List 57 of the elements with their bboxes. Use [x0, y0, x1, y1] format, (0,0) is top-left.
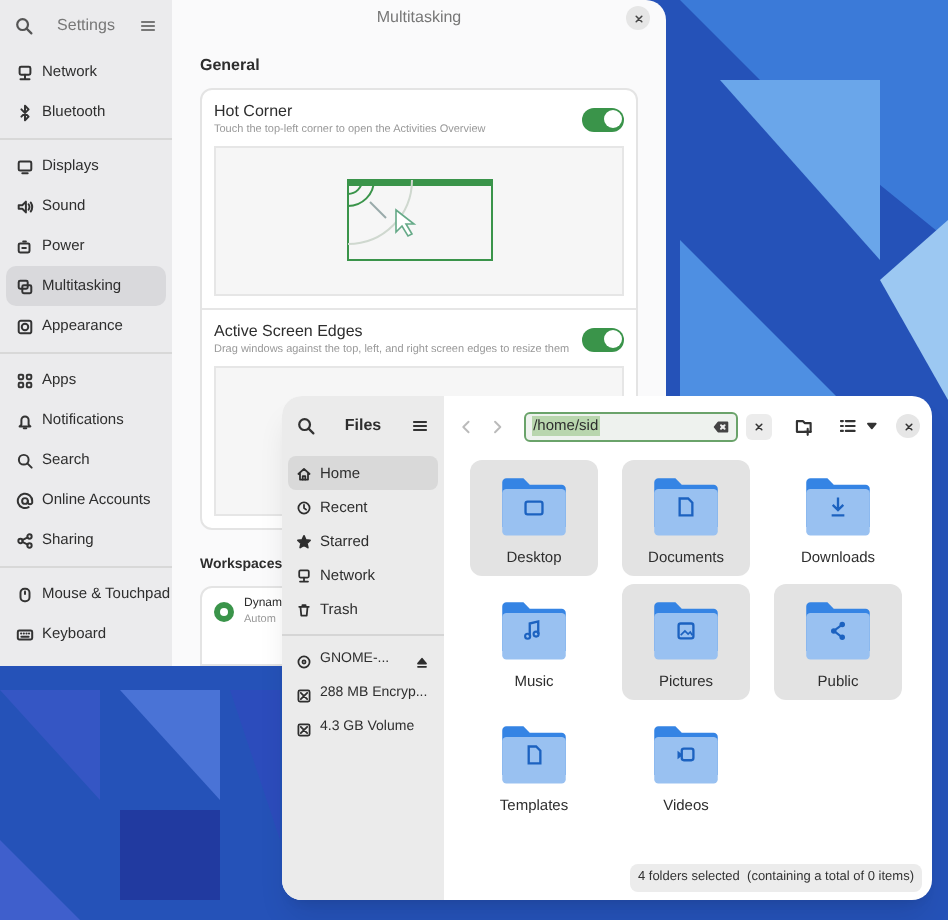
grid-icon — [16, 371, 34, 389]
folder-icon — [654, 478, 718, 536]
home-icon — [296, 465, 312, 481]
close-button[interactable] — [896, 414, 921, 438]
clock-icon — [296, 499, 312, 515]
clear-icon — [712, 417, 731, 435]
folder-icon — [502, 726, 566, 784]
folder-icon — [654, 726, 718, 784]
trash-icon — [296, 601, 312, 617]
folder-icon — [502, 478, 566, 536]
at-sign-icon — [16, 491, 34, 509]
radio-button[interactable] — [214, 602, 234, 622]
monitor-icon — [16, 157, 34, 175]
toggle-switch[interactable] — [582, 107, 624, 131]
row-title: Hot Corner — [214, 101, 295, 121]
row-title: Active Screen Edges — [214, 321, 365, 341]
window-title: Settings — [55, 13, 117, 37]
windows-icon — [16, 277, 34, 295]
close-icon — [752, 419, 767, 433]
section-heading: General — [200, 53, 262, 77]
dropdown-icon — [864, 418, 881, 434]
window-title: Files — [342, 414, 384, 438]
drive-icon — [296, 721, 312, 737]
wallpaper-shape — [120, 690, 220, 800]
keyboard-icon — [16, 625, 34, 643]
disc-icon — [296, 653, 312, 669]
wallpaper-shape — [120, 810, 220, 900]
toggle-switch[interactable] — [582, 327, 624, 351]
speaker-icon — [16, 197, 34, 215]
close-icon — [631, 11, 645, 26]
new-folder-icon — [793, 416, 814, 436]
wallpaper-shape — [0, 840, 80, 920]
share-icon — [16, 531, 34, 549]
folder-icon — [806, 478, 870, 536]
list-view-icon — [837, 416, 857, 436]
menu-icon — [410, 416, 430, 436]
folder-icon — [654, 602, 718, 660]
folder-icon — [502, 602, 566, 660]
close-icon — [901, 419, 916, 433]
drive-icon — [296, 687, 312, 703]
search-icon — [16, 451, 34, 469]
eject-icon — [414, 653, 430, 669]
menu-icon — [138, 15, 158, 35]
bell-icon — [16, 411, 34, 429]
palette-icon — [16, 317, 34, 335]
monitor-icon — [16, 63, 34, 81]
close-button[interactable] — [626, 6, 650, 31]
search-icon — [14, 15, 34, 35]
star-icon — [296, 533, 312, 549]
bluetooth-icon — [16, 103, 34, 121]
mouse-icon — [16, 585, 34, 603]
search-icon — [296, 416, 316, 436]
monitor-icon — [296, 567, 312, 583]
folder-icon — [806, 602, 870, 660]
battery-icon — [16, 237, 34, 255]
cancel-button[interactable] — [746, 413, 773, 439]
page-title: Multitasking — [374, 6, 464, 31]
